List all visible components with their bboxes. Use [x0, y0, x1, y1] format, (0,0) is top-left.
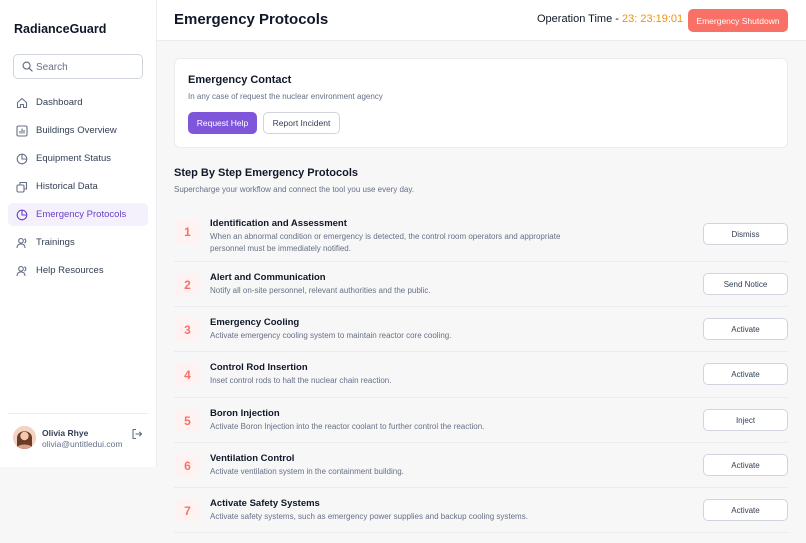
avatar[interactable]: [13, 426, 36, 449]
step-description: Activate safety systems, such as emergen…: [210, 512, 528, 521]
emergency-contact-card: Emergency Contact In any case of request…: [174, 58, 788, 148]
request-help-button[interactable]: Request Help: [188, 112, 257, 134]
sidebar-item-buildings-overview[interactable]: Buildings Overview: [8, 119, 148, 142]
layers-icon: [15, 180, 28, 193]
dismiss-button[interactable]: Dismiss: [703, 223, 788, 245]
section-title: Step By Step Emergency Protocols: [174, 167, 358, 179]
step-description: Activate emergency cooling system to mai…: [210, 331, 452, 340]
bar-chart-icon: [15, 124, 28, 137]
protocol-step: 3 Emergency Cooling Activate emergency c…: [174, 307, 788, 352]
users-icon: [15, 264, 28, 277]
activate-button[interactable]: Activate: [703, 363, 788, 385]
sidebar-item-dashboard[interactable]: Dashboard: [8, 91, 148, 114]
step-title: Activate Safety Systems: [210, 498, 320, 509]
user-name: Olivia Rhye: [42, 428, 89, 438]
sidebar-nav: Dashboard Buildings Overview Equipment S…: [8, 91, 148, 287]
card-title: Emergency Contact: [188, 74, 292, 86]
step-number: 5: [176, 409, 199, 432]
topbar: Emergency Protocols Operation Time - 23:…: [157, 0, 806, 41]
sidebar-item-trainings[interactable]: Trainings: [8, 231, 148, 254]
activate-button[interactable]: Activate: [703, 499, 788, 521]
sidebar-item-label: Help Resources: [36, 265, 104, 276]
send-notice-button[interactable]: Send Notice: [703, 273, 788, 295]
card-subtitle: In any case of request the nuclear envir…: [188, 92, 383, 101]
report-incident-button[interactable]: Report Incident: [263, 112, 340, 134]
step-number: 6: [176, 454, 199, 477]
step-number: 3: [176, 318, 199, 341]
step-number: 2: [176, 273, 199, 296]
step-title: Emergency Cooling: [210, 317, 300, 328]
emergency-shutdown-button[interactable]: Emergency Shutdown: [688, 9, 788, 32]
pie-chart-icon: [15, 152, 28, 165]
step-description: Inset control rods to halt the nuclear c…: [210, 376, 392, 385]
step-title: Identification and Assessment: [210, 218, 347, 229]
sidebar-item-label: Trainings: [36, 237, 75, 248]
operation-time-value: 23: 23:19:01: [621, 13, 684, 25]
sidebar-item-label: Dashboard: [36, 97, 83, 108]
protocol-step: 6 Ventilation Control Activate ventilati…: [174, 443, 788, 488]
protocol-step: 4 Control Rod Insertion Inset control ro…: [174, 352, 788, 398]
search-icon: [22, 61, 33, 72]
sidebar-item-label: Emergency Protocols: [36, 209, 127, 220]
search-input[interactable]: [36, 59, 136, 75]
activate-button[interactable]: Activate: [703, 318, 788, 340]
search-box[interactable]: [13, 54, 143, 79]
step-number: 4: [176, 363, 199, 386]
activate-button[interactable]: Activate: [703, 454, 788, 476]
step-description: Notify all on-site personnel, relevant a…: [210, 286, 431, 295]
sidebar-divider: [8, 413, 148, 414]
protocol-step: 7 Activate Safety Systems Activate safet…: [174, 488, 788, 533]
step-title: Boron Injection: [210, 408, 280, 419]
sidebar: RadianceGuard Dashboard Buildings Overvi…: [0, 0, 157, 467]
section-subtitle: Supercharge your workflow and connect th…: [174, 185, 414, 194]
operation-time: Operation Time - 23: 23:19:01: [537, 13, 683, 25]
step-title: Ventilation Control: [210, 453, 295, 464]
step-number: 1: [176, 220, 199, 243]
step-description: When an abnormal condition or emergency …: [210, 232, 561, 253]
step-description: Activate ventilation system in the conta…: [210, 467, 404, 476]
protocol-step: 5 Boron Injection Activate Boron Injecti…: [174, 398, 788, 443]
operation-time-label: Operation Time -: [537, 13, 622, 25]
protocol-step: 1 Identification and Assessment When an …: [174, 212, 788, 262]
sidebar-item-emergency-protocols[interactable]: Emergency Protocols: [8, 203, 148, 226]
step-title: Alert and Communication: [210, 272, 326, 283]
sidebar-item-label: Historical Data: [36, 181, 98, 192]
user-profile: Olivia Rhye olivia@untitledui.com: [13, 426, 148, 452]
step-description: Activate Boron Injection into the reacto…: [210, 422, 485, 431]
inject-button[interactable]: Inject: [703, 409, 788, 431]
users-icon: [15, 236, 28, 249]
pie-chart-icon: [15, 208, 28, 221]
sidebar-item-label: Buildings Overview: [36, 125, 117, 136]
home-icon: [15, 96, 28, 109]
sidebar-item-help-resources[interactable]: Help Resources: [8, 259, 148, 282]
sidebar-item-equipment-status[interactable]: Equipment Status: [8, 147, 148, 170]
protocol-steps-list: 1 Identification and Assessment When an …: [174, 212, 788, 533]
user-email: olivia@untitledui.com: [42, 439, 123, 449]
logout-icon[interactable]: [131, 427, 143, 445]
step-title: Control Rod Insertion: [210, 362, 308, 373]
protocol-step: 2 Alert and Communication Notify all on-…: [174, 262, 788, 307]
app-logo-text: RadianceGuard: [14, 22, 107, 36]
sidebar-item-historical-data[interactable]: Historical Data: [8, 175, 148, 198]
sidebar-item-label: Equipment Status: [36, 153, 111, 164]
page-title: Emergency Protocols: [174, 11, 329, 28]
step-number: 7: [176, 499, 199, 522]
